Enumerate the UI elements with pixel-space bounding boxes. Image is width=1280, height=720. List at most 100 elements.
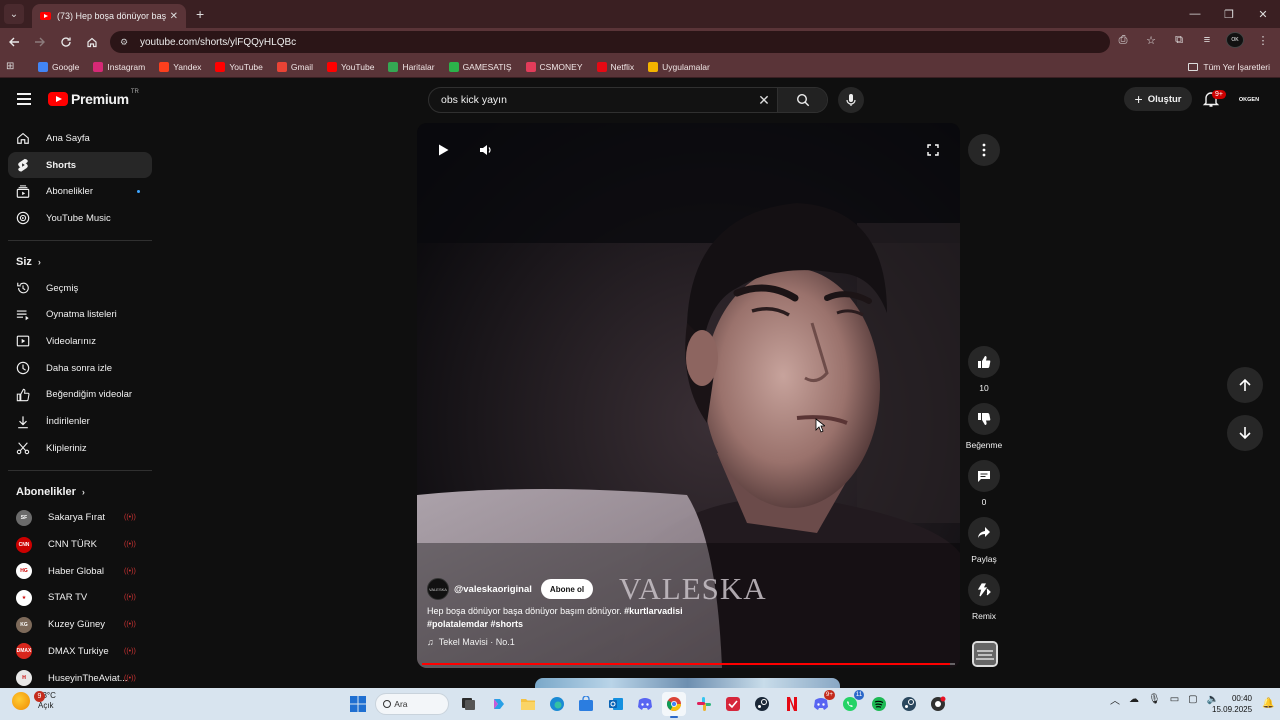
- sidebar-item-playlist[interactable]: Oynatma listeleri: [8, 301, 152, 328]
- sidebar-item-subscriptions[interactable]: Abonelikler: [8, 178, 152, 205]
- search-input[interactable]: [429, 88, 751, 112]
- browser-tab-active[interactable]: (73) Hep boşa dönüyor başa dö ✕: [32, 4, 186, 28]
- outlook-icon[interactable]: [604, 692, 628, 716]
- share-button[interactable]: [968, 517, 1000, 549]
- comments-button[interactable]: [968, 460, 1000, 492]
- dislike-button[interactable]: [968, 403, 1000, 435]
- minimize-button[interactable]: —: [1178, 0, 1212, 28]
- subscription-item[interactable]: KG Kuzey Güney ((•)): [0, 611, 160, 638]
- next-short-preview[interactable]: [535, 678, 840, 688]
- sidebar-item-download[interactable]: İndirilenler: [8, 408, 152, 435]
- shorts-player[interactable]: VALESKA VALESKA @valeskaoriginal Abone o…: [417, 123, 960, 668]
- play-button[interactable]: [433, 140, 453, 160]
- install-app-icon[interactable]: ⎙: [1114, 34, 1132, 47]
- bookmark-star-icon[interactable]: ☆: [1142, 34, 1160, 47]
- bookmark-item[interactable]: YouTube: [215, 61, 263, 72]
- microphone-tray-icon[interactable]: 🎙: [1148, 694, 1161, 705]
- extensions-icon[interactable]: ⧉: [1170, 34, 1188, 47]
- app-icon[interactable]: [721, 692, 745, 716]
- file-explorer-icon[interactable]: [516, 692, 540, 716]
- bookmark-item[interactable]: Google: [38, 61, 79, 72]
- subscription-item[interactable]: H HuseyinTheAviat... ((•)): [0, 665, 160, 688]
- music-link[interactable]: ♫ Tekel Mavisi · No.1: [427, 637, 515, 647]
- chrome-icon[interactable]: [662, 692, 687, 718]
- sidebar-item-clips[interactable]: Klipleriniz: [8, 435, 152, 462]
- start-button[interactable]: [346, 692, 370, 716]
- tab-search-button[interactable]: ⌄: [4, 4, 24, 24]
- sidebar-item-home[interactable]: Ana Sayfa: [8, 125, 152, 152]
- bookmark-item[interactable]: Netflix: [596, 61, 634, 72]
- hashtag-link[interactable]: #kurtlarvadisi: [624, 606, 683, 616]
- network-icon[interactable]: ▢: [1188, 694, 1197, 705]
- sound-thumbnail[interactable]: [972, 641, 998, 667]
- edge-icon[interactable]: [545, 692, 569, 716]
- progress-bar[interactable]: [422, 663, 955, 665]
- remix-button[interactable]: [968, 574, 1000, 606]
- close-window-button[interactable]: ✕: [1246, 0, 1280, 28]
- forward-button[interactable]: [28, 30, 52, 54]
- address-bar[interactable]: ⚙ youtube.com/shorts/ylFQQyHLQBc: [110, 31, 1110, 53]
- restore-button[interactable]: ❐: [1212, 0, 1246, 28]
- display-icon[interactable]: ▭: [1170, 694, 1179, 705]
- subscribe-button[interactable]: Abone ol: [540, 579, 594, 599]
- reload-button[interactable]: [54, 30, 78, 54]
- tray-overflow-icon[interactable]: ︿: [1110, 692, 1120, 707]
- bookmark-item[interactable]: Yandex: [159, 61, 201, 72]
- sidebar-item-your-videos[interactable]: Videolarınız: [8, 328, 152, 355]
- new-tab-button[interactable]: +: [196, 6, 204, 22]
- previous-short-button[interactable]: [1227, 367, 1263, 403]
- store-icon[interactable]: [574, 692, 598, 716]
- bookmark-item[interactable]: Haritalar: [388, 61, 435, 72]
- taskbar-clock[interactable]: 00:40 15.09.2025: [1212, 693, 1252, 715]
- taskbar-search[interactable]: Ara: [375, 693, 450, 715]
- chrome-menu-icon[interactable]: ⋮: [1254, 34, 1272, 47]
- tab-close-icon[interactable]: ✕: [170, 11, 178, 22]
- like-button[interactable]: [968, 346, 1000, 378]
- spotify-icon[interactable]: [867, 692, 891, 716]
- weather-widget[interactable]: 9 23°C Açık: [12, 691, 56, 711]
- bookmark-item[interactable]: Gmail: [276, 61, 313, 72]
- slack-icon[interactable]: [692, 692, 716, 716]
- subscription-item[interactable]: HG Haber Global ((•)): [0, 558, 160, 585]
- sidebar-item-shorts[interactable]: Shorts: [8, 151, 152, 179]
- account-avatar[interactable]: OKGEN: [1238, 91, 1260, 109]
- all-bookmarks-folder[interactable]: Tüm Yer İşaretleri: [1188, 62, 1270, 72]
- bookmark-item[interactable]: Uygulamalar: [648, 61, 710, 72]
- more-options-button[interactable]: [968, 134, 1000, 166]
- hashtag-link[interactable]: #polatalemdar #shorts: [427, 619, 523, 629]
- you-section-header[interactable]: Siz ›: [0, 249, 160, 275]
- copilot-icon[interactable]: [487, 692, 511, 716]
- youtube-premium-logo[interactable]: Premium TR: [48, 89, 139, 107]
- channel-avatar[interactable]: VALESKA: [427, 578, 449, 600]
- voice-search-button[interactable]: [838, 87, 864, 113]
- task-view-icon[interactable]: [457, 692, 481, 716]
- sidebar-item-watch-later[interactable]: Daha sonra izle: [8, 355, 152, 382]
- bookmark-item[interactable]: CSMONEY: [525, 61, 583, 72]
- back-button[interactable]: [2, 30, 26, 54]
- whatsapp-icon[interactable]: 11: [838, 690, 865, 716]
- notification-center-icon[interactable]: 🔔: [1262, 698, 1274, 709]
- site-info-icon[interactable]: ⚙: [120, 36, 132, 48]
- subscription-item[interactable]: SF Sakarya Fırat ((•)): [0, 505, 160, 532]
- reading-list-icon[interactable]: ≡: [1198, 34, 1216, 46]
- create-button[interactable]: + Oluştur: [1124, 87, 1192, 111]
- steam-icon[interactable]: [750, 692, 774, 716]
- channel-name[interactable]: @valeskaoriginal: [454, 584, 532, 595]
- apps-grid-icon[interactable]: ⊞: [6, 61, 24, 72]
- search-button[interactable]: [777, 88, 827, 112]
- steam-client-icon[interactable]: [897, 692, 921, 716]
- discord-icon[interactable]: [633, 692, 657, 716]
- bookmark-item[interactable]: Instagram: [93, 61, 145, 72]
- record-app-icon[interactable]: [926, 692, 950, 716]
- onedrive-icon[interactable]: ☁: [1129, 694, 1139, 705]
- sidebar-item-liked[interactable]: Beğendiğim videolar: [8, 382, 152, 409]
- profile-avatar[interactable]: OK: [1226, 32, 1244, 48]
- volume-button[interactable]: [475, 140, 495, 160]
- subscription-item[interactable]: DMAX DMAX Turkiye ((•)): [0, 638, 160, 665]
- clear-search-icon[interactable]: ✕: [751, 92, 777, 109]
- discord-app-icon[interactable]: 9+: [809, 690, 835, 716]
- subscription-item[interactable]: ★ STAR TV ((•)): [0, 585, 160, 612]
- menu-hamburger-icon[interactable]: [17, 93, 31, 105]
- home-button[interactable]: [80, 30, 104, 54]
- bookmark-item[interactable]: YouTube: [327, 61, 374, 72]
